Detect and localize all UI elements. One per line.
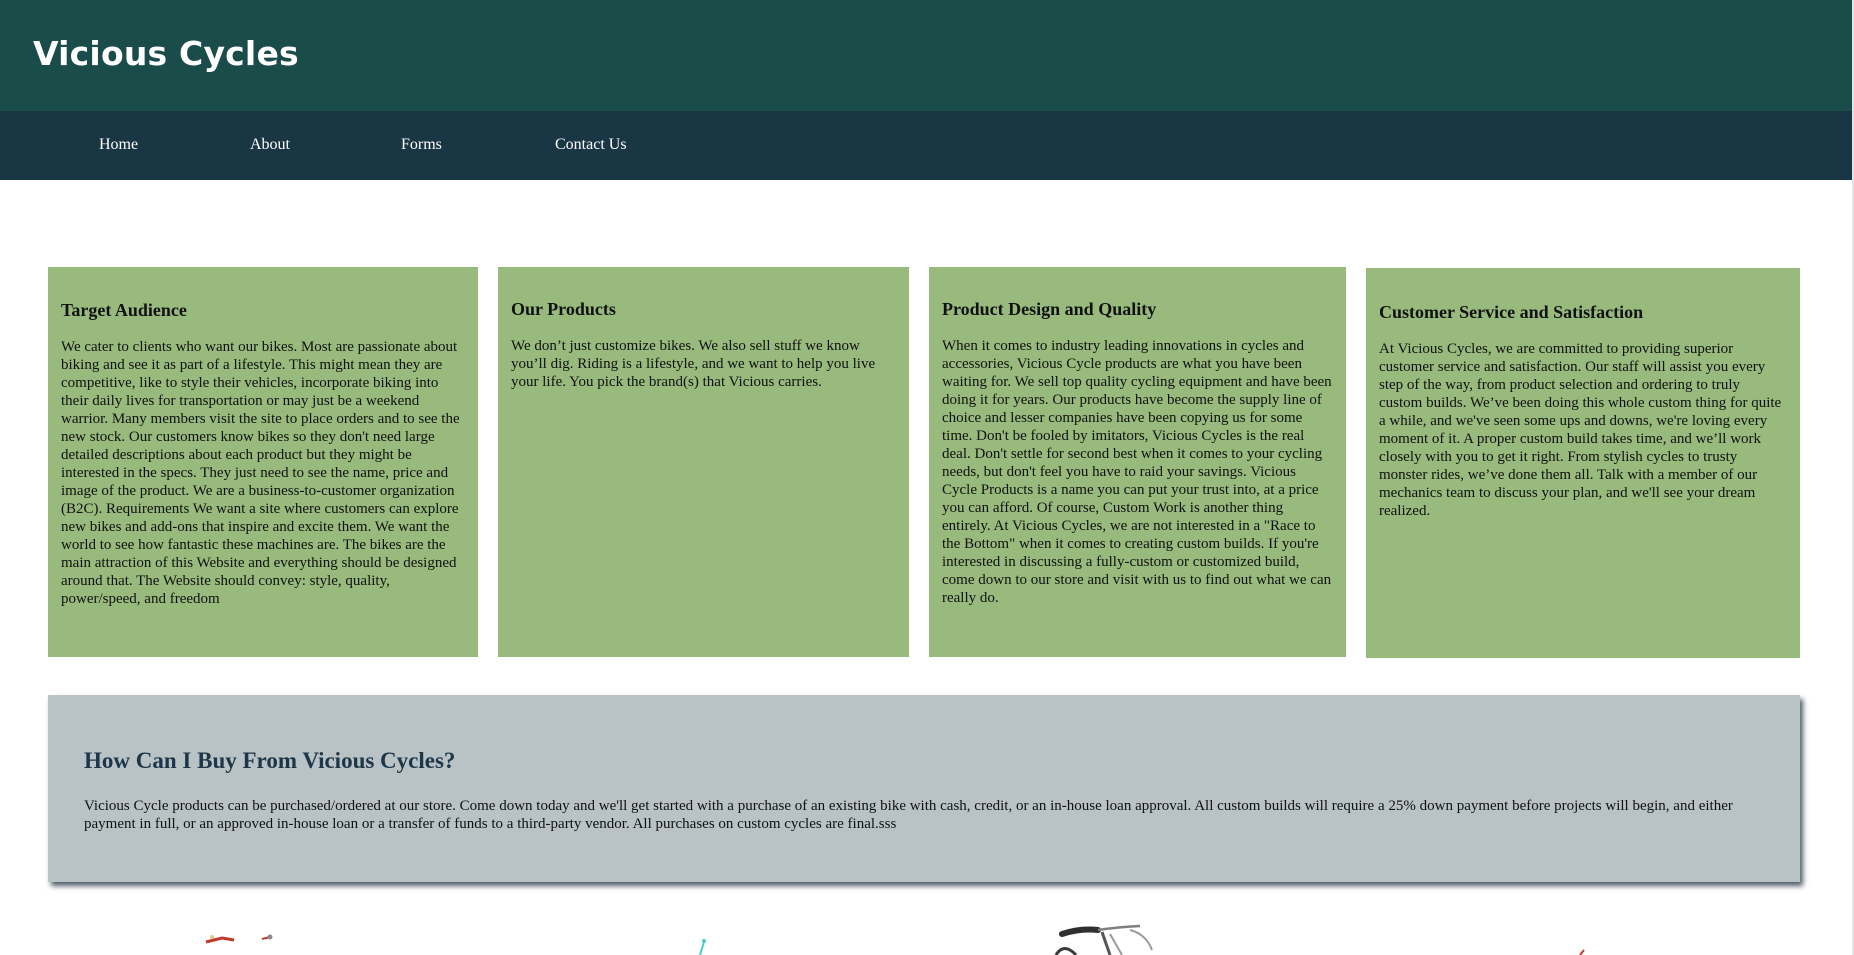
site-header: Vicious Cycles: [0, 0, 1852, 111]
card-heading: Product Design and Quality: [942, 299, 1157, 319]
card-heading: Target Audience: [61, 300, 187, 320]
card-body: At Vicious Cycles, we are committed to p…: [1379, 341, 1782, 519]
teal-bike-image[interactable]: [690, 920, 720, 955]
site-title[interactable]: Vicious Cycles: [33, 34, 299, 74]
card-heading: Our Products: [511, 299, 616, 319]
red-bike-image-right[interactable]: [1574, 920, 1594, 955]
card-product-design-and-quality: Product Design and Quality When it comes…: [929, 267, 1346, 657]
card-body: We don’t just customize bikes. We also s…: [511, 338, 876, 390]
teal-bike-image-svg: [699, 939, 706, 955]
main-nav: Home About Forms Contact Us: [0, 111, 1852, 180]
card-body: We cater to clients who want our bikes. …: [61, 339, 460, 607]
how-to-buy-body: Vicious Cycle products can be purchased/…: [84, 798, 1733, 832]
red-bike-image[interactable]: [200, 920, 290, 955]
card-our-products: Our Products We don’t just customize bik…: [498, 267, 909, 657]
card-heading: Customer Service and Satisfaction: [1379, 302, 1644, 322]
red-bike-image-svg: [205, 934, 273, 944]
gray-bike-handlebar-image-svg: [1054, 924, 1153, 955]
how-to-buy-heading: How Can I Buy From Vicious Cycles?: [84, 748, 456, 773]
nav-item-about[interactable]: About: [250, 135, 290, 155]
how-to-buy-panel: How Can I Buy From Vicious Cycles? Vicio…: [48, 695, 1800, 882]
card-target-audience: Target Audience We cater to clients who …: [48, 267, 478, 657]
card-body: When it comes to industry leading innova…: [942, 338, 1332, 606]
page: Vicious Cycles Home About Forms Contact …: [0, 0, 1854, 955]
nav-item-forms[interactable]: Forms: [401, 135, 442, 155]
nav-item-home[interactable]: Home: [99, 135, 138, 155]
gray-bike-handlebar-image[interactable]: [1050, 920, 1180, 955]
card-customer-service-and-satisfaction: Customer Service and Satisfaction At Vic…: [1366, 268, 1800, 658]
nav-item-contact-us[interactable]: Contact Us: [555, 135, 627, 155]
red-bike-image-right-svg: [1579, 949, 1585, 955]
